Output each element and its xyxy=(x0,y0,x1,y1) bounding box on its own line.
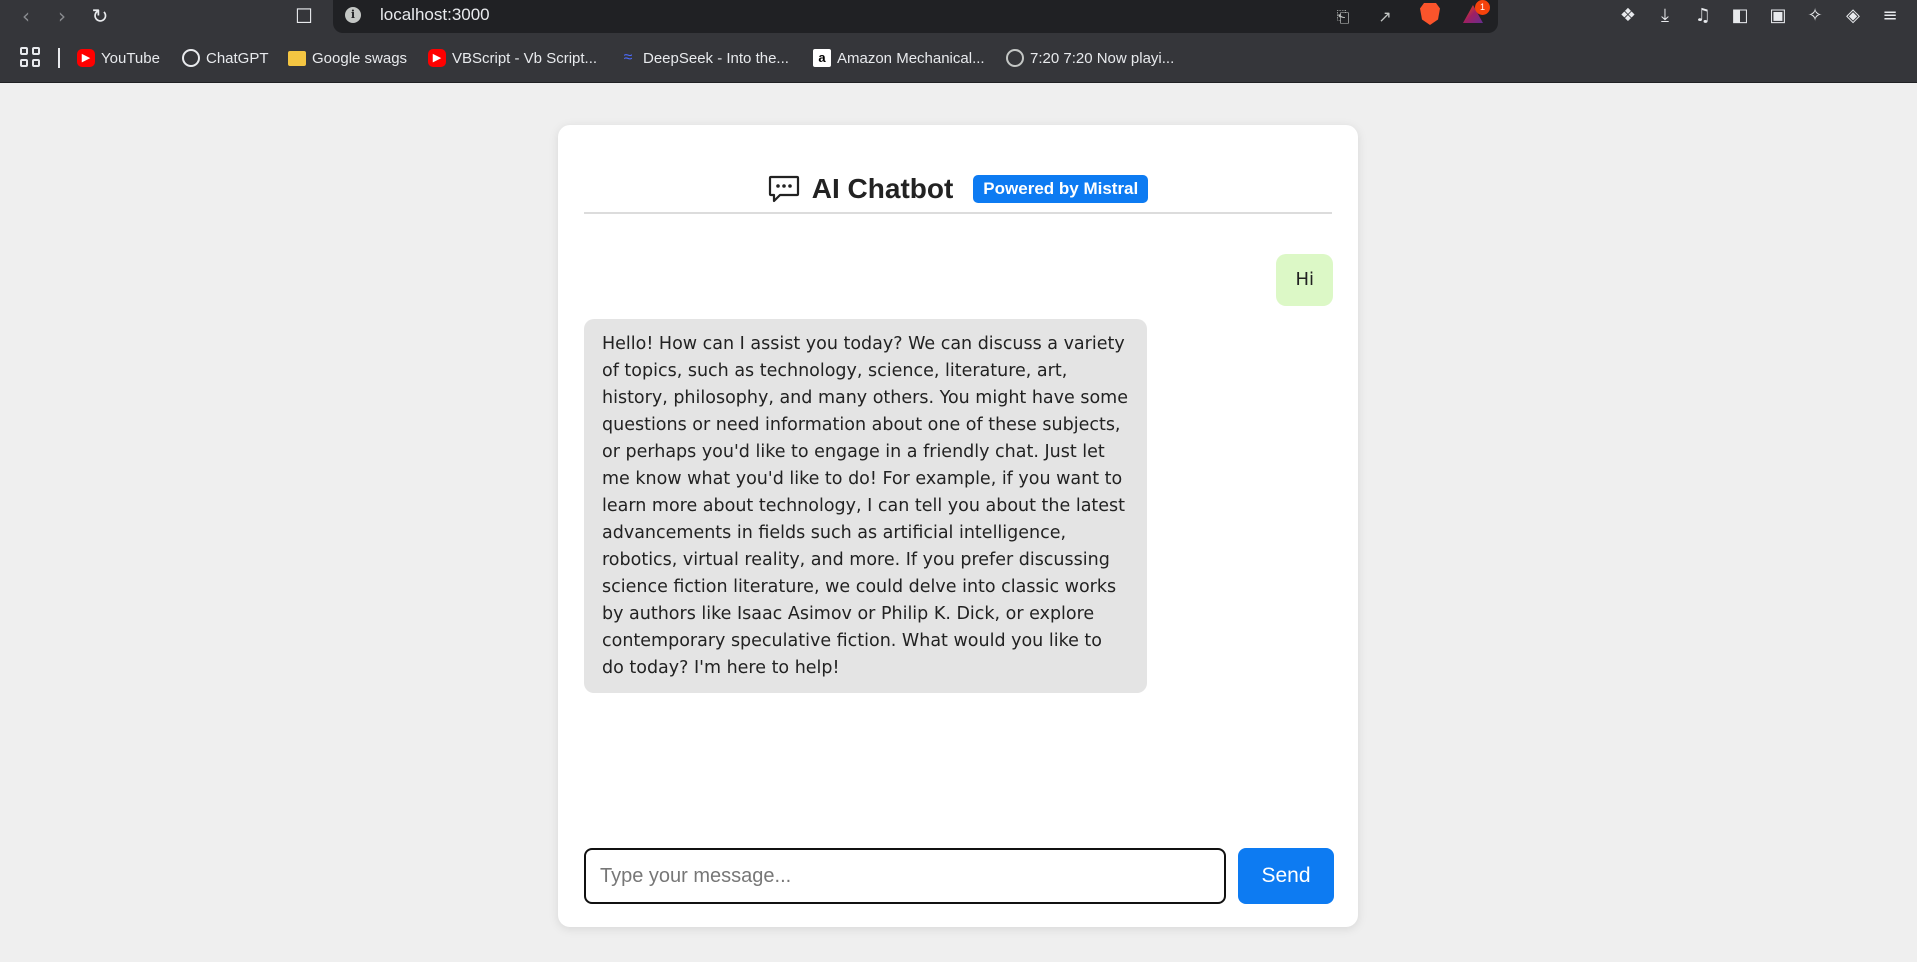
amazon-icon: a xyxy=(813,49,831,67)
media-icon[interactable]: ♫ xyxy=(1689,2,1717,30)
address-url[interactable]: localhost:3000 xyxy=(380,4,490,26)
install-app-icon[interactable]: ⎗ xyxy=(1330,4,1356,30)
youtube-icon: ▶ xyxy=(77,49,95,67)
chat-title: AI Chatbot xyxy=(811,173,954,204)
chat-bubble-icon xyxy=(768,175,799,203)
send-button[interactable]: Send xyxy=(1238,848,1334,904)
folder-icon xyxy=(288,50,306,66)
wallet-icon[interactable]: ▣ xyxy=(1764,2,1792,30)
vpn-icon[interactable]: ◈ xyxy=(1839,2,1867,30)
bookmarks-bar: ▶ YouTube ChatGPT Google swags ▶ VBScrip… xyxy=(0,40,1917,76)
apps-grid-icon[interactable] xyxy=(20,47,42,69)
youtube-icon: ▶ xyxy=(428,49,446,67)
bookmarks-divider xyxy=(58,48,60,68)
bookmark-deepseek[interactable]: ≈ DeepSeek - Into the... xyxy=(619,47,789,69)
model-badge: Powered by Mistral xyxy=(973,175,1149,203)
globe-icon xyxy=(1006,49,1024,67)
back-icon[interactable]: ‹ xyxy=(12,2,40,30)
user-message: Hi xyxy=(1276,254,1333,306)
reload-icon[interactable]: ↻ xyxy=(86,2,114,30)
browser-chrome: ‹ › ↻ ☐ i localhost:3000 ⎗ ↗ 1 ❖ ⤓ ♫ ◧ ▣… xyxy=(0,0,1917,83)
browser-toolbar: ‹ › ↻ ☐ i localhost:3000 ⎗ ↗ 1 ❖ ⤓ ♫ ◧ ▣… xyxy=(0,0,1917,34)
deepseek-icon: ≈ xyxy=(623,49,633,66)
leo-ai-icon[interactable]: ✧ xyxy=(1801,2,1829,30)
menu-icon[interactable]: ≡ xyxy=(1876,2,1904,30)
rewards-badge: 1 xyxy=(1475,0,1490,15)
forward-icon[interactable]: › xyxy=(48,2,76,30)
bookmark-chatgpt[interactable]: ChatGPT xyxy=(182,47,269,69)
bookmark-icon[interactable]: ☐ xyxy=(290,2,318,30)
address-bar[interactable] xyxy=(333,0,1498,33)
extensions-icon[interactable]: ❖ xyxy=(1614,2,1642,30)
share-icon[interactable]: ↗ xyxy=(1372,4,1398,30)
sidebar-icon[interactable]: ◧ xyxy=(1726,2,1754,30)
bookmark-now-playing[interactable]: 7:20 7:20 Now playi... xyxy=(1006,47,1174,69)
bookmark-amazon-mturk[interactable]: a Amazon Mechanical... xyxy=(813,47,985,69)
bookmark-google-swags[interactable]: Google swags xyxy=(288,47,407,69)
download-icon[interactable]: ⤓ xyxy=(1651,2,1679,30)
bookmark-vbscript[interactable]: ▶ VBScript - Vb Script... xyxy=(428,47,597,69)
chat-container: AI Chatbot Powered by Mistral Hi Hello! … xyxy=(558,125,1358,927)
message-input[interactable] xyxy=(584,848,1226,904)
bot-message: Hello! How can I assist you today? We ca… xyxy=(584,319,1147,693)
chatgpt-icon xyxy=(182,49,200,67)
chat-header: AI Chatbot Powered by Mistral xyxy=(584,155,1332,214)
site-info-icon[interactable]: i xyxy=(345,7,361,23)
bookmark-youtube[interactable]: ▶ YouTube xyxy=(77,47,160,69)
